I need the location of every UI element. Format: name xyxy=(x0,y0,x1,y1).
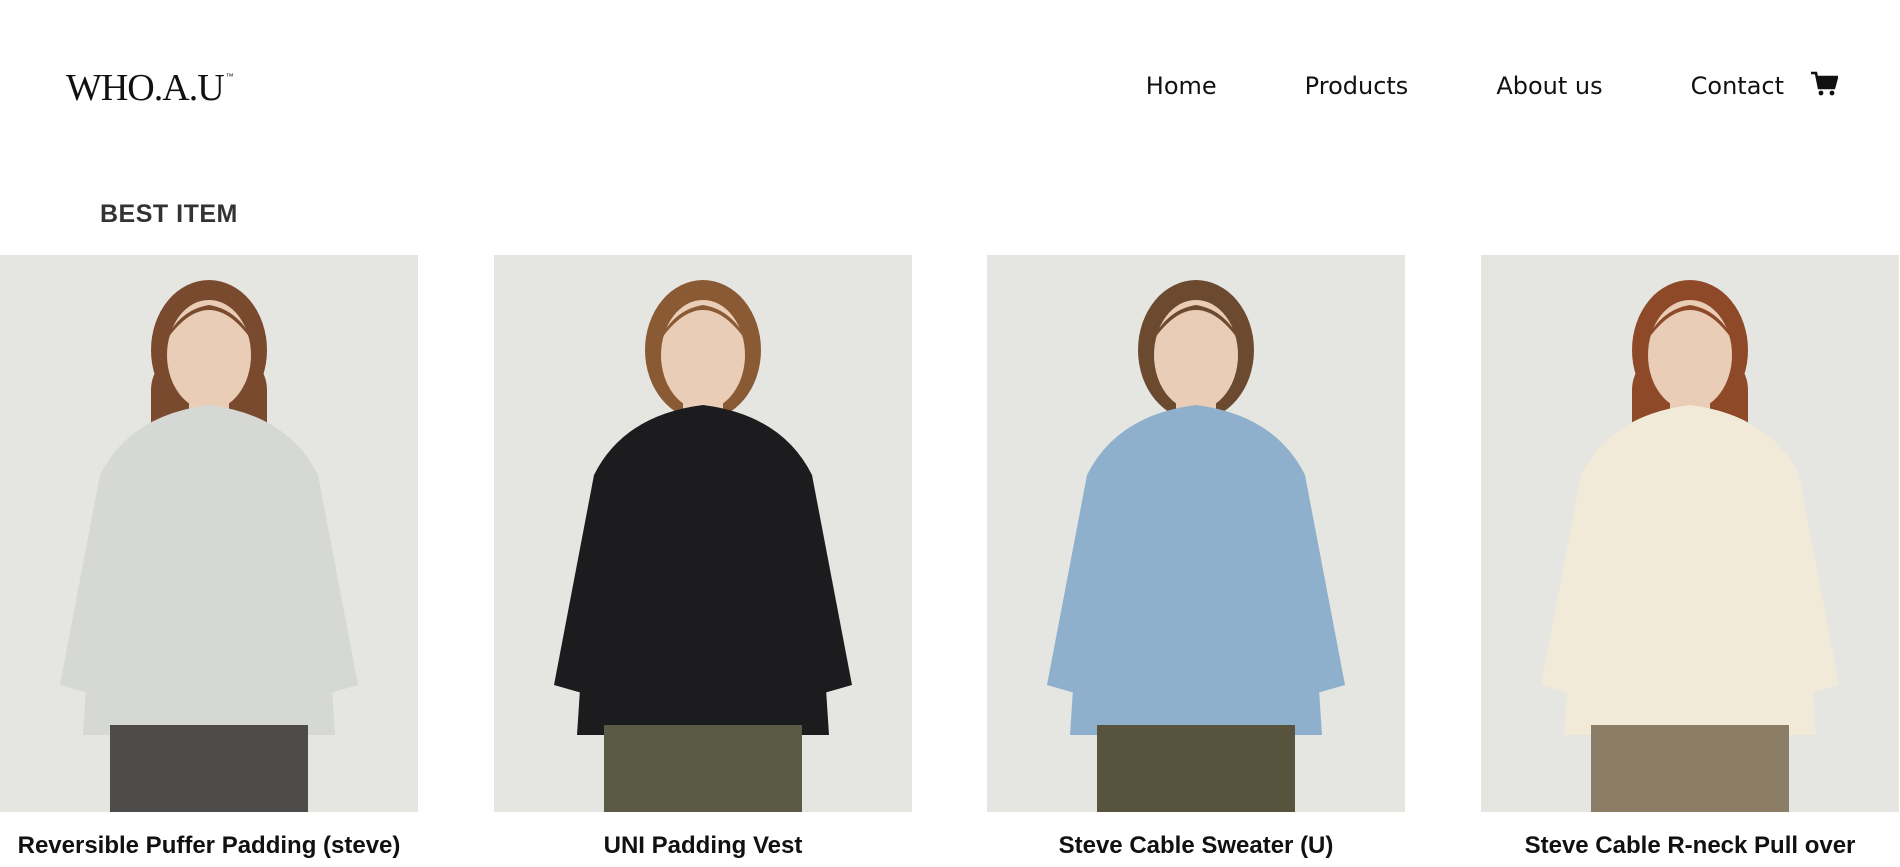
brand-logo[interactable]: WHO.A.U ™ xyxy=(66,66,234,110)
nav-about-link[interactable]: About us xyxy=(1496,72,1602,100)
product-image[interactable] xyxy=(494,255,912,812)
trademark-mark: ™ xyxy=(225,72,234,81)
product-image[interactable] xyxy=(0,255,418,812)
product-name[interactable]: UNI Padding Vest xyxy=(494,832,912,860)
section-title: BEST ITEM xyxy=(100,200,238,228)
product-card[interactable]: Steve Cable Sweater (U) xyxy=(987,255,1405,860)
nav-home-link[interactable]: Home xyxy=(1146,72,1217,100)
product-name[interactable]: Steve Cable Sweater (U) xyxy=(987,832,1405,860)
product-card[interactable]: UNI Padding Vest xyxy=(494,255,912,860)
cart-icon[interactable] xyxy=(1810,70,1839,98)
product-card[interactable]: Reversible Puffer Padding (steve) xyxy=(0,255,418,860)
nav-contact-link[interactable]: Contact xyxy=(1691,72,1784,100)
product-image[interactable] xyxy=(987,255,1405,812)
product-grid: Reversible Puffer Padding (steve) UNI Pa… xyxy=(0,255,1900,867)
product-card[interactable]: Steve Cable R-neck Pull over xyxy=(1481,255,1899,860)
main-nav: Home Products About us Contact xyxy=(1146,66,1784,106)
nav-products-link[interactable]: Products xyxy=(1305,72,1409,100)
product-name[interactable]: Steve Cable R-neck Pull over xyxy=(1481,832,1899,860)
logo-text: WHO.A.U xyxy=(66,67,225,109)
product-image[interactable] xyxy=(1481,255,1899,812)
product-name[interactable]: Reversible Puffer Padding (steve) xyxy=(0,832,418,860)
